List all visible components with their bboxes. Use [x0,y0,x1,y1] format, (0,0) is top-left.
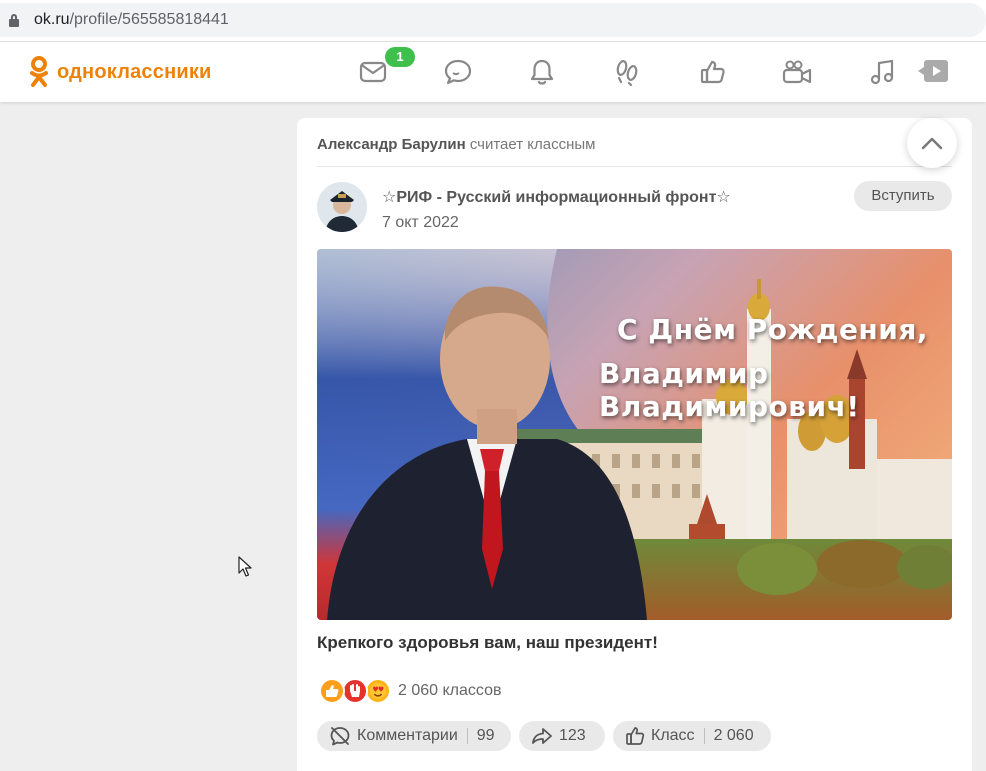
notifications-icon[interactable] [525,55,559,89]
url-domain: ok.ru [34,11,70,28]
ok-logo[interactable]: одноклассники [30,56,212,88]
like-icon [626,727,645,745]
post-date: 7 окт 2022 [382,214,459,231]
join-group-button[interactable]: Вступить [854,181,952,211]
group-avatar[interactable] [317,182,367,232]
share-icon [532,728,552,744]
marks-icon[interactable] [696,55,730,89]
class-label: Класс [651,727,695,744]
reactions-summary[interactable]: 2 060 классов [319,678,501,704]
image-greeting-line-2: Владимир Владимирович! [599,357,860,423]
post-actions: Комментарии 99 123 Класс 2 060 [317,721,771,751]
group-name-link[interactable]: ☆РИФ - Русский информационный фронт☆ [382,187,731,207]
mouse-cursor-icon [238,556,252,583]
comments-count: 99 [476,727,495,744]
reactions-count[interactable]: 2 060 классов [398,682,501,700]
music-icon[interactable] [865,55,899,89]
comments-label: Комментарии [357,727,458,744]
chevron-up-icon [921,137,943,150]
comments-disabled-icon [330,727,350,746]
site-header: одноклассники 1 [0,42,986,102]
video-icon[interactable] [780,55,814,89]
comments-button[interactable]: Комментарии 99 [317,721,511,751]
messages-badge: 1 [385,47,415,67]
activity-line: Александр Барулин считает классным [317,136,595,153]
love-reaction-icon [365,678,391,704]
url-path: /profile/565585818441 [69,11,229,28]
scroll-to-top-button[interactable] [907,118,957,168]
post-image[interactable]: С Днём Рождения, Владимир Владимирович! [317,249,952,620]
share-button[interactable]: 123 [519,721,605,751]
post-caption: Крепкого здоровья вам, наш президент! [317,633,658,652]
url-text[interactable]: ok.ru/profile/565585818441 [34,11,229,29]
class-count: 2 060 [713,727,754,744]
class-separator [703,728,705,744]
url-field[interactable]: ok.ru/profile/565585818441 [0,3,986,37]
like-reaction-icon [319,678,345,704]
feed-post-card: Александр Барулин считает классным ☆РИФ … [297,118,972,771]
guests-icon[interactable] [610,55,644,89]
browser-address-bar: ok.ru/profile/565585818441 [0,0,986,42]
activity-verb: считает классным [469,136,596,153]
post-image-illustration [317,249,952,620]
comments-separator [466,728,468,744]
ok-logo-icon [30,56,48,88]
image-greeting-line-1: С Днём Рождения, [617,313,929,346]
video-play-icon[interactable] [916,55,950,89]
class-like-button[interactable]: Класс 2 060 [613,721,771,751]
activity-actor-link[interactable]: Александр Барулин [317,136,466,153]
rock-reaction-icon [342,678,368,704]
lock-icon[interactable] [8,13,20,27]
discussions-icon[interactable] [441,55,475,89]
ok-logo-text: одноклассники [57,60,212,83]
card-divider [317,166,952,167]
shares-count: 123 [559,727,586,744]
